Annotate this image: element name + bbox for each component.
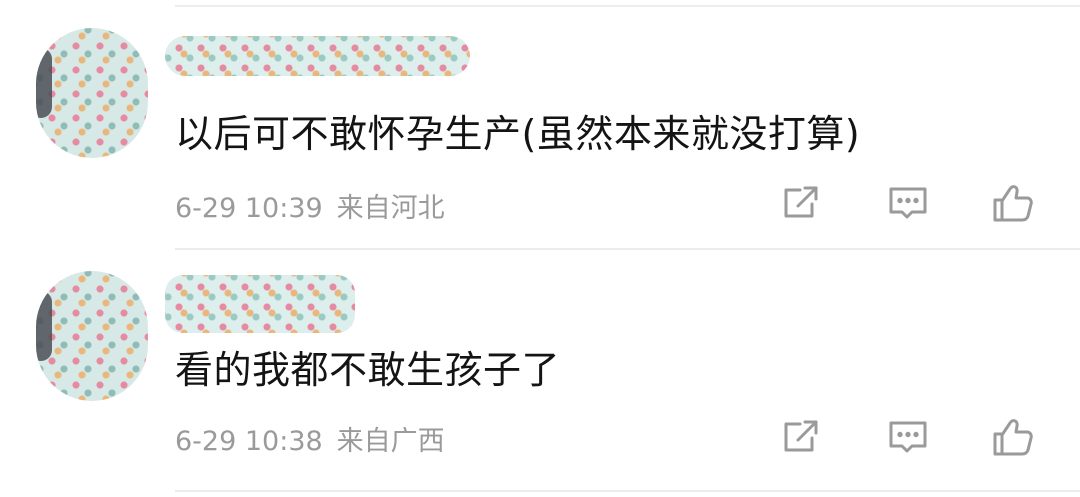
comment-location: 来自广西 (336, 426, 445, 457)
comment-timestamp: 6-29 10:38 (175, 426, 323, 457)
comment-text: 看的我都不敢生孩子了 (175, 348, 561, 392)
comment-text: 以后可不敢怀孕生产(虽然本来就没打算) (175, 112, 861, 156)
username-redacted[interactable] (165, 36, 470, 76)
comment-icon[interactable] (885, 414, 931, 460)
comment-item: 以后可不敢怀孕生产(虽然本来就没打算) 6-29 10:39 来自河北 (0, 8, 1080, 251)
comment-meta: 6-29 10:38 来自广西 (175, 419, 445, 458)
comment-icon[interactable] (885, 180, 931, 226)
divider (175, 490, 1080, 492)
avatar[interactable] (36, 271, 148, 401)
divider (175, 5, 1080, 7)
avatar[interactable] (36, 28, 148, 158)
thumbs-up-icon[interactable] (990, 180, 1036, 226)
share-icon[interactable] (778, 180, 824, 226)
username-redacted[interactable] (165, 275, 355, 333)
thumbs-up-icon[interactable] (990, 414, 1036, 460)
divider (175, 248, 1080, 250)
comment-meta: 6-29 10:39 来自河北 (175, 186, 445, 225)
comment-location: 来自河北 (336, 193, 445, 224)
comment-timestamp: 6-29 10:39 (175, 193, 323, 224)
comment-item: 看的我都不敢生孩子了 6-29 10:38 来自广西 (0, 251, 1080, 494)
share-icon[interactable] (778, 414, 824, 460)
